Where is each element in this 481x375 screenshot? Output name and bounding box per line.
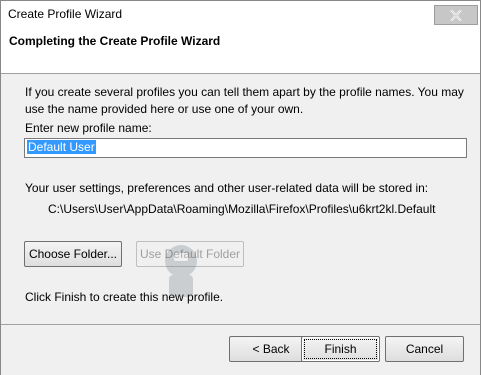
use-default-folder-label: Use Default Folder [139, 247, 241, 261]
close-icon [450, 10, 462, 21]
wizard-header: Completing the Create Profile Wizard [1, 29, 480, 74]
cancel-label: Cancel [405, 342, 444, 356]
finish-button[interactable]: Finish [301, 336, 380, 362]
back-label: < Back [252, 342, 290, 356]
window-title: Create Profile Wizard [8, 7, 123, 21]
use-default-folder-button[interactable]: Use Default Folder [136, 241, 244, 267]
cancel-button[interactable]: Cancel [385, 336, 464, 362]
finish-instruction: Click Finish to create this new profile. [25, 290, 224, 304]
wizard-footer: < Back Finish Cancel [1, 324, 480, 375]
finish-label: Finish [324, 342, 357, 356]
title-bar: Create Profile Wizard [1, 1, 480, 29]
wizard-content: If you create several profiles you can t… [1, 74, 480, 324]
profile-name-input[interactable]: Default User [24, 138, 467, 158]
close-button[interactable] [434, 5, 478, 25]
create-profile-wizard-window: Create Profile Wizard Completing the Cre… [0, 0, 481, 375]
profile-name-value: Default User [27, 140, 96, 154]
intro-text: If you create several profiles you can t… [25, 85, 464, 116]
choose-folder-button[interactable]: Choose Folder... [24, 241, 122, 267]
storage-info-text: Your user settings, preferences and othe… [25, 181, 429, 195]
choose-folder-label: Choose Folder... [28, 247, 118, 261]
profile-path: C:\Users\User\AppData\Roaming\Mozilla\Fi… [48, 202, 436, 216]
wizard-heading: Completing the Create Profile Wizard [9, 34, 221, 48]
profile-name-label: Enter new profile name: [25, 121, 152, 135]
